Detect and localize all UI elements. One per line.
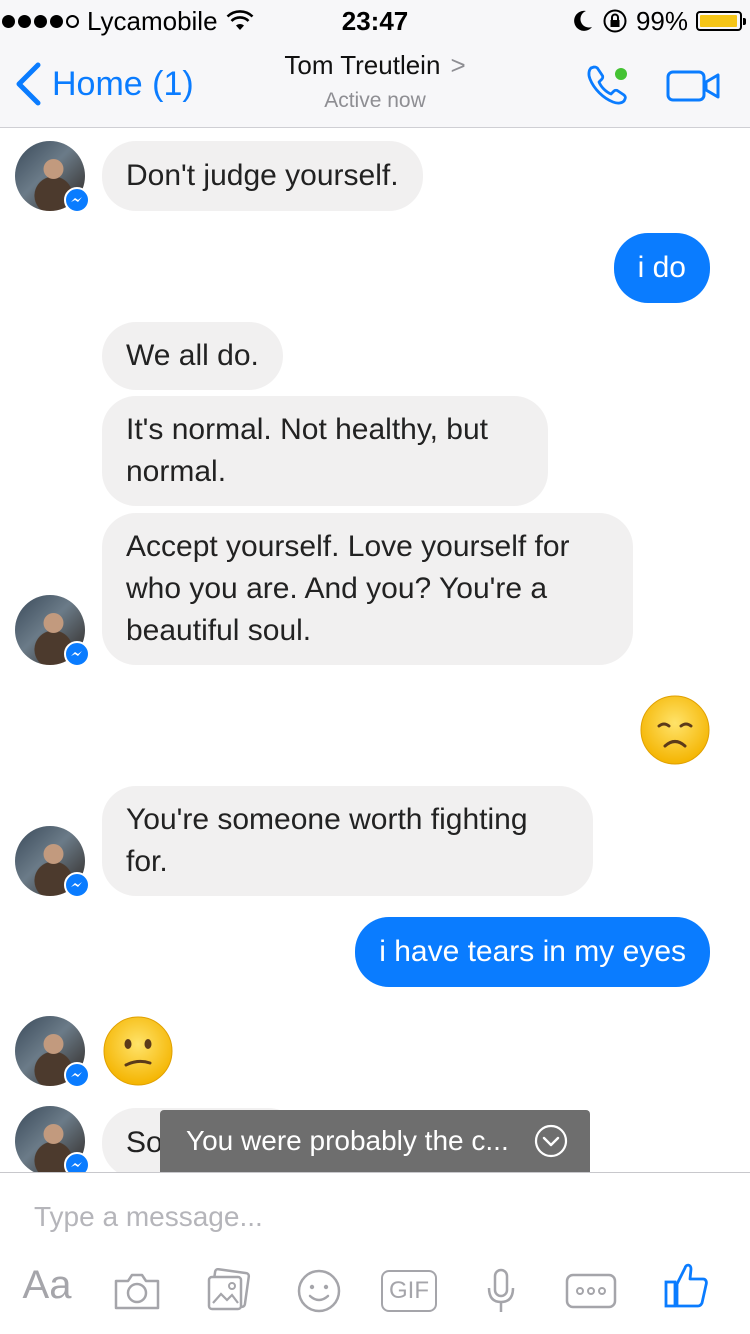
more-icon: [565, 1273, 617, 1309]
photo-button[interactable]: [204, 1267, 252, 1315]
like-button[interactable]: [663, 1261, 709, 1309]
status-indicators: 99%: [572, 5, 746, 36]
video-call-icon[interactable]: [666, 68, 722, 104]
contact-title[interactable]: Tom Treutlein > Active now: [0, 50, 750, 113]
message-composer: Type a message... Aa GIF: [0, 1172, 750, 1334]
message-bubble[interactable]: Accept yourself. Love yourself for who y…: [102, 513, 633, 665]
gif-button[interactable]: GIF: [381, 1267, 437, 1315]
messenger-badge-icon: [64, 872, 90, 898]
camera-icon: [114, 1273, 160, 1310]
message-bubble[interactable]: It's normal. Not healthy, but normal.: [102, 396, 548, 506]
confused-face-icon[interactable]: [102, 1015, 174, 1087]
message-bubble[interactable]: You're someone worth fighting for.: [102, 786, 593, 896]
disappointed-face-icon[interactable]: [639, 694, 711, 766]
contact-name: Tom Treutlein: [284, 50, 441, 80]
message-input[interactable]: Type a message...: [34, 1201, 263, 1233]
microphone-icon: [487, 1268, 515, 1312]
message-bubble[interactable]: i have tears in my eyes: [355, 917, 710, 987]
moon-icon: [574, 10, 592, 31]
emoji-icon: [297, 1269, 341, 1313]
microphone-button[interactable]: [484, 1267, 518, 1315]
like-icon: [664, 1263, 708, 1308]
more-button[interactable]: [565, 1267, 617, 1315]
composer-toolbar: Aa GIF: [0, 1261, 750, 1321]
messenger-badge-icon: [64, 1062, 90, 1088]
battery-icon: [696, 11, 746, 31]
conversation-header: Home (1) Tom Treutlein > Active now: [0, 40, 750, 128]
messenger-badge-icon: [64, 1152, 90, 1172]
chevron-right-icon: >: [450, 50, 466, 80]
chevron-down-circle-icon[interactable]: [534, 1124, 568, 1158]
new-message-toast[interactable]: You were probably the c...: [160, 1110, 590, 1172]
orientation-lock-icon: [603, 9, 627, 33]
message-bubble[interactable]: We all do.: [102, 322, 283, 390]
emoji-button[interactable]: [295, 1267, 343, 1315]
text-format-button[interactable]: Aa: [20, 1261, 74, 1309]
gif-label: GIF: [381, 1270, 437, 1312]
camera-button[interactable]: [112, 1267, 162, 1315]
battery-percentage: 99%: [635, 5, 688, 36]
message-thread[interactable]: Don't judge yourself. i do We all do. It…: [0, 129, 750, 1172]
phone-call-icon[interactable]: [583, 62, 633, 110]
message-bubble[interactable]: Don't judge yourself.: [102, 141, 423, 211]
photo-icon: [207, 1268, 251, 1311]
online-dot: [615, 68, 627, 80]
toast-text: You were probably the c...: [186, 1125, 509, 1156]
status-bar: Lycamobile 23:47 99%: [0, 0, 750, 40]
messenger-badge-icon: [64, 187, 90, 213]
message-bubble[interactable]: i do: [613, 233, 710, 303]
messenger-badge-icon: [64, 641, 90, 667]
active-status: Active now: [324, 89, 426, 112]
